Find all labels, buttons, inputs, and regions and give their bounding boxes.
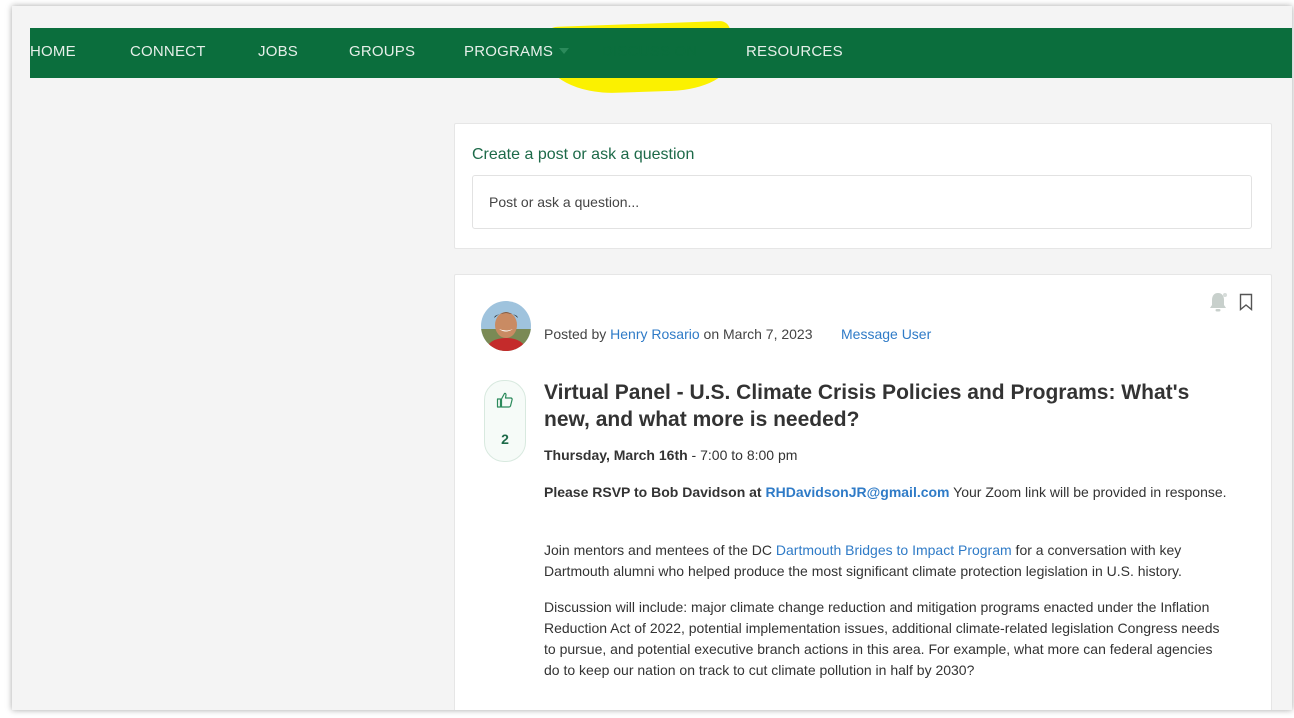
program-link[interactable]: Dartmouth Bridges to Impact Program bbox=[776, 542, 1012, 558]
rsvp-suffix: Your Zoom link will be provided in respo… bbox=[949, 484, 1227, 500]
message-user-link[interactable]: Message User bbox=[841, 326, 931, 342]
chevron-down-icon[interactable] bbox=[559, 48, 569, 54]
event-date-line: Thursday, March 16th - 7:00 to 8:00 pm bbox=[544, 445, 1234, 466]
nav-resources[interactable]: RESOURCES bbox=[746, 28, 843, 78]
post-date: on March 7, 2023 bbox=[703, 326, 813, 342]
top-navigation: HOME CONNECT JOBS GROUPS PROGRAMS DISCUS… bbox=[30, 28, 1292, 78]
rsvp-email-link[interactable]: RHDavidsonJR@gmail.com bbox=[765, 484, 949, 500]
active-tab-underline bbox=[602, 74, 698, 76]
join-prefix: Join mentors and mentees of the DC bbox=[544, 542, 776, 558]
author-avatar[interactable] bbox=[481, 301, 531, 351]
nav-discussion-label: DISCUSSION bbox=[602, 43, 698, 60]
vote-count: 2 bbox=[501, 431, 509, 447]
nav-discussion[interactable]: DISCUSSION bbox=[602, 28, 698, 78]
upvote-widget[interactable]: 2 bbox=[484, 380, 526, 462]
post-question-input[interactable] bbox=[472, 175, 1252, 229]
post-title[interactable]: Virtual Panel - U.S. Climate Crisis Poli… bbox=[544, 379, 1224, 433]
post-meta: Posted by Henry Rosario on March 7, 2023 bbox=[544, 326, 813, 342]
create-post-card: Create a post or ask a question bbox=[454, 123, 1272, 249]
event-time: - 7:00 to 8:00 pm bbox=[687, 447, 798, 463]
create-post-title: Create a post or ask a question bbox=[472, 146, 695, 163]
nav-groups[interactable]: GROUPS bbox=[349, 28, 415, 78]
author-link[interactable]: Henry Rosario bbox=[610, 326, 699, 342]
bookmark-icon[interactable] bbox=[1239, 293, 1253, 316]
nav-jobs[interactable]: JOBS bbox=[258, 28, 298, 78]
nav-home[interactable]: HOME bbox=[30, 28, 76, 78]
nav-programs[interactable]: PROGRAMS bbox=[464, 28, 553, 78]
rsvp-prefix: Please RSVP to Bob Davidson at bbox=[544, 484, 762, 500]
thumbs-up-icon[interactable] bbox=[496, 391, 514, 414]
rsvp-paragraph: Please RSVP to Bob Davidson at RHDavidso… bbox=[544, 482, 1234, 503]
join-paragraph: Join mentors and mentees of the DC Dartm… bbox=[544, 540, 1234, 582]
nav-connect[interactable]: CONNECT bbox=[130, 28, 206, 78]
discussion-paragraph: Discussion will include: major climate c… bbox=[544, 599, 1220, 678]
event-date: Thursday, March 16th bbox=[544, 447, 688, 463]
posted-by-label: Posted by bbox=[544, 326, 607, 342]
discussion-post-card: Posted by Henry Rosario on March 7, 2023… bbox=[454, 274, 1272, 710]
bell-icon[interactable] bbox=[1207, 291, 1229, 318]
browser-frame: HOME CONNECT JOBS GROUPS PROGRAMS DISCUS… bbox=[12, 6, 1292, 710]
